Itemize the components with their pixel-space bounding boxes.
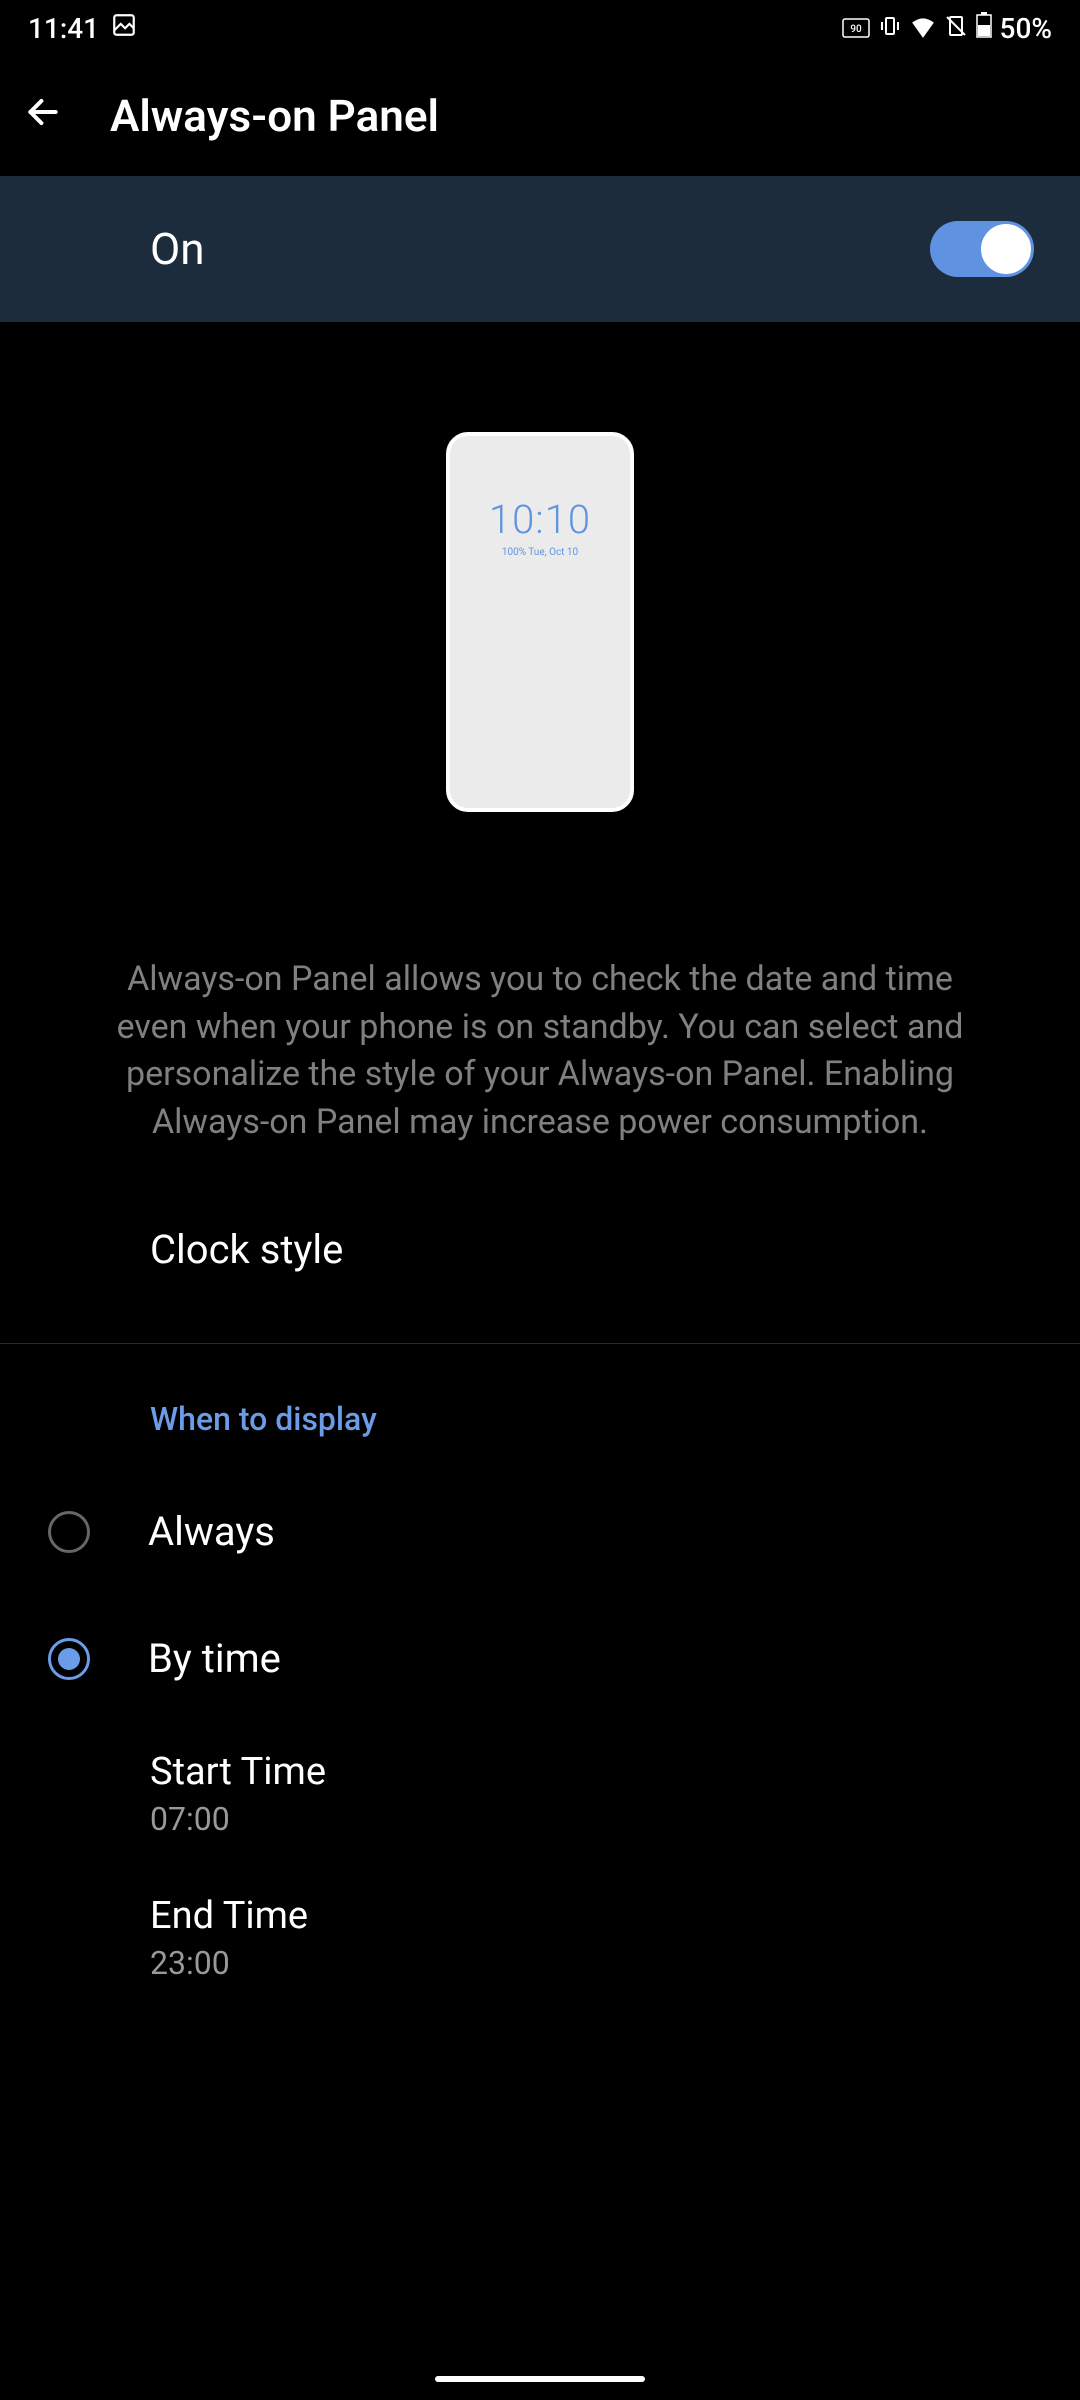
toggle-switch[interactable] (930, 221, 1034, 277)
refresh-rate-icon: 90 (842, 12, 870, 45)
radio-by-time[interactable]: By time (0, 1595, 1080, 1722)
start-time-value: 07:00 (150, 1800, 930, 1838)
preview-section: 10:10 100% Tue, Oct 10 (0, 322, 1080, 872)
radio-circle-by-time[interactable] (48, 1638, 90, 1680)
clock-style-label: Clock style (150, 1226, 343, 1273)
toggle-label: On (150, 223, 205, 275)
end-time-label: End Time (150, 1894, 930, 1938)
preview-time: 10:10 (489, 496, 591, 543)
clock-style-row[interactable]: Clock style (0, 1186, 1080, 1313)
radio-label-by-time: By time (148, 1635, 281, 1682)
status-left: 11:41 (28, 12, 137, 45)
master-toggle-row[interactable]: On (0, 176, 1080, 322)
wifi-icon (910, 12, 936, 45)
battery-percent: 50% (1000, 12, 1052, 45)
header: Always-on Panel (0, 56, 1080, 176)
radio-always[interactable]: Always (0, 1468, 1080, 1595)
page-title: Always-on Panel (110, 90, 439, 142)
radio-circle-always[interactable] (48, 1511, 90, 1553)
battery-icon (976, 12, 992, 45)
no-sim-icon (944, 12, 968, 45)
preview-date: 100% Tue, Oct 10 (502, 547, 578, 558)
picture-icon (111, 12, 137, 45)
radio-inner (58, 1648, 80, 1670)
status-right: 90 50% (842, 12, 1052, 45)
svg-text:90: 90 (850, 24, 862, 35)
when-to-display-header: When to display (0, 1344, 1080, 1468)
description-text: Always-on Panel allows you to check the … (0, 872, 1080, 1186)
radio-label-always: Always (148, 1508, 275, 1555)
start-time-label: Start Time (150, 1750, 930, 1794)
start-time-row[interactable]: Start Time 07:00 (0, 1722, 1080, 1866)
phone-preview: 10:10 100% Tue, Oct 10 (446, 432, 634, 812)
status-time: 11:41 (28, 12, 99, 45)
end-time-row[interactable]: End Time 23:00 (0, 1866, 1080, 2010)
navigation-bar[interactable] (435, 2376, 645, 2382)
vibrate-icon (878, 12, 902, 45)
toggle-knob (981, 224, 1031, 274)
status-bar: 11:41 90 50% (0, 0, 1080, 56)
end-time-value: 23:00 (150, 1944, 930, 1982)
back-arrow-icon[interactable] (24, 90, 62, 142)
